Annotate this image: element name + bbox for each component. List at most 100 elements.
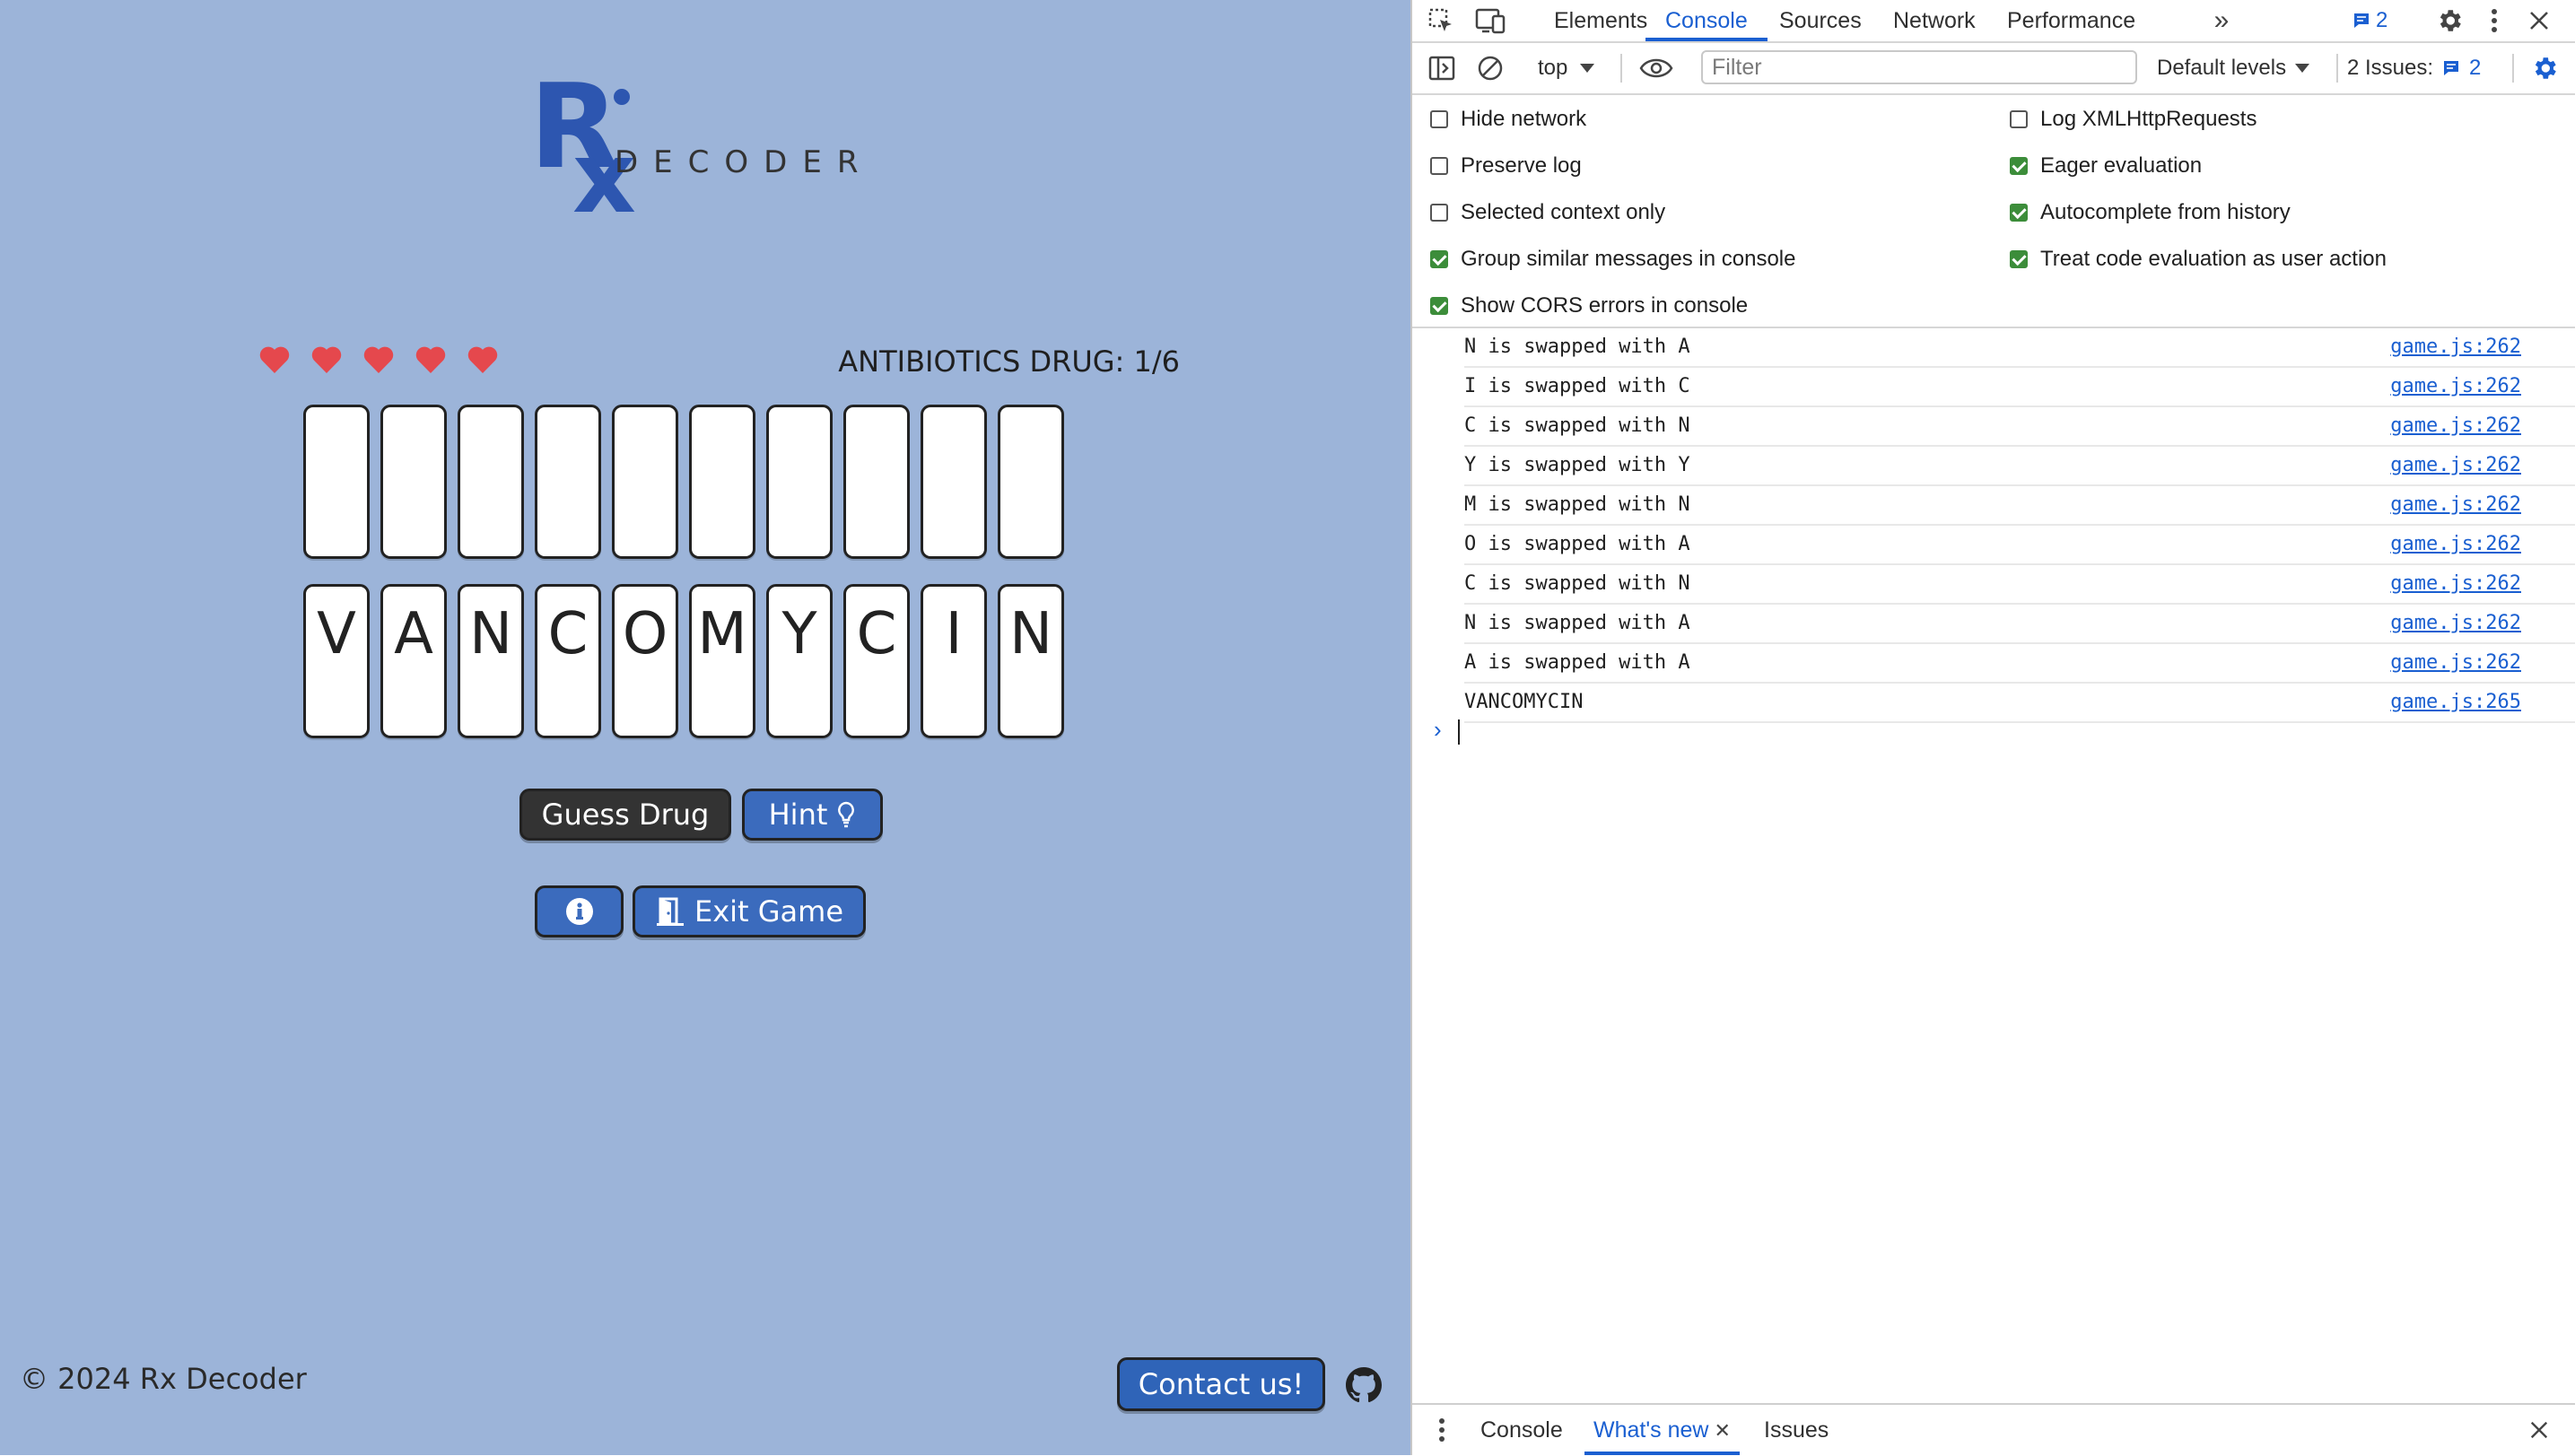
setting-option[interactable]: Show CORS errors in console <box>1430 293 1748 318</box>
answer-tile[interactable] <box>535 405 601 559</box>
setting-option[interactable]: Autocomplete from history <box>2010 200 2291 225</box>
answer-tile[interactable] <box>380 405 447 559</box>
drawer-tab[interactable]: What's new ✕ <box>1584 1405 1740 1455</box>
lives-hearts <box>258 344 499 376</box>
tab-sources[interactable]: Sources <box>1779 0 1862 41</box>
letter-tile[interactable]: A <box>380 584 447 738</box>
close-drawer-icon[interactable] <box>2525 1416 2553 1444</box>
source-link[interactable]: game.js:262 <box>2390 612 2521 634</box>
letter-tile[interactable]: Y <box>766 584 833 738</box>
setting-option[interactable]: Treat code evaluation as user action <box>2010 247 2387 272</box>
setting-option[interactable]: Preserve log <box>1430 153 1582 179</box>
log-levels-dropdown[interactable]: Default levels <box>2157 52 2310 84</box>
answer-tile[interactable] <box>458 405 524 559</box>
source-link[interactable]: game.js:262 <box>2390 572 2521 595</box>
messages-count: 2 <box>2376 8 2388 32</box>
letter-tile[interactable]: M <box>689 584 755 738</box>
context-selector[interactable]: top <box>1538 52 1595 84</box>
console-message: N is swapped with A game.js:262 <box>1464 605 2575 644</box>
source-link[interactable]: game.js:262 <box>2390 493 2521 516</box>
letter-tile[interactable]: C <box>535 584 601 738</box>
checkbox[interactable] <box>2010 204 2028 222</box>
letter-tile[interactable]: N <box>998 584 1064 738</box>
setting-label: Treat code evaluation as user action <box>2040 247 2387 271</box>
console-filter-input[interactable] <box>1701 50 2137 84</box>
console-message: C is swapped with N game.js:262 <box>1464 407 2575 447</box>
checkbox[interactable] <box>1430 157 1448 175</box>
more-options-icon[interactable] <box>2485 6 2503 35</box>
tab-network[interactable]: Network <box>1893 0 1976 41</box>
github-icon[interactable] <box>1346 1367 1382 1403</box>
source-link[interactable]: game.js:262 <box>2390 414 2521 437</box>
checkbox[interactable] <box>2010 250 2028 268</box>
letter-tile[interactable]: V <box>303 584 370 738</box>
devtools-tabbar: Elements Console Sources Network Performance… <box>1412 0 2575 43</box>
source-link[interactable]: game.js:262 <box>2390 375 2521 397</box>
answer-tile[interactable] <box>689 405 755 559</box>
sidebar-toggle-icon[interactable] <box>1427 52 1457 84</box>
info-button[interactable] <box>535 885 624 937</box>
console-message: A is swapped with A game.js:262 <box>1464 644 2575 684</box>
drawer-tab[interactable]: Console <box>1480 1405 1563 1455</box>
exit-game-button[interactable]: Exit Game <box>633 885 866 937</box>
contact-us-button[interactable]: Contact us! <box>1117 1357 1325 1411</box>
setting-option[interactable]: Eager evaluation <box>2010 153 2202 179</box>
hint-button[interactable]: Hint <box>742 789 883 841</box>
close-devtools-icon[interactable] <box>2525 6 2553 35</box>
checkbox[interactable] <box>1430 110 1448 128</box>
setting-label: Autocomplete from history <box>2040 200 2291 224</box>
letter-tile[interactable]: N <box>458 584 524 738</box>
answer-tile[interactable] <box>843 405 910 559</box>
issues-counter[interactable]: 2 Issues: 2 <box>2347 52 2481 84</box>
device-toolbar-icon[interactable] <box>1475 6 1506 35</box>
door-exit-icon <box>656 897 684 926</box>
source-link[interactable]: game.js:265 <box>2390 691 2521 713</box>
source-link[interactable]: game.js:262 <box>2390 336 2521 358</box>
source-link[interactable]: game.js:262 <box>2390 454 2521 476</box>
answer-tile[interactable] <box>998 405 1064 559</box>
checkbox[interactable] <box>2010 110 2028 128</box>
setting-option[interactable]: Hide network <box>1430 107 1586 132</box>
console-input-caret[interactable] <box>1458 719 1460 745</box>
message-icon <box>2444 61 2459 75</box>
clear-console-icon[interactable] <box>1475 52 1506 84</box>
setting-label: Selected context only <box>1461 200 1666 224</box>
tab-console[interactable]: Console <box>1645 0 1768 41</box>
setting-option[interactable]: Selected context only <box>1430 200 1665 225</box>
messages-badge[interactable]: 2 <box>2352 6 2387 35</box>
checkbox[interactable] <box>1430 250 1448 268</box>
settings-gear-icon[interactable] <box>2433 4 2466 37</box>
tab-performance[interactable]: Performance <box>2007 0 2135 41</box>
answer-tile[interactable] <box>921 405 987 559</box>
console-settings-gear-icon[interactable] <box>2528 52 2561 84</box>
logo-decoder-text: DECODER <box>615 144 873 180</box>
setting-option[interactable]: Log XMLHttpRequests <box>2010 107 2256 132</box>
source-link[interactable]: game.js:262 <box>2390 533 2521 555</box>
checkbox[interactable] <box>1430 204 1448 222</box>
tab-elements[interactable]: Elements <box>1554 0 1647 41</box>
more-tabs-icon[interactable]: » <box>2208 5 2235 35</box>
checkbox[interactable] <box>1430 297 1448 315</box>
drawer-tab-label: Console <box>1480 1417 1563 1443</box>
heart-icon <box>415 346 446 373</box>
lightbulb-icon <box>838 801 855 828</box>
setting-option[interactable]: Group similar messages in console <box>1430 247 1796 272</box>
drawer-tab[interactable]: Issues <box>1764 1405 1829 1455</box>
answer-tile[interactable] <box>612 405 678 559</box>
answer-tile[interactable] <box>303 405 370 559</box>
console-message: C is swapped with N game.js:262 <box>1464 565 2575 605</box>
answer-tile[interactable] <box>766 405 833 559</box>
close-tab-icon[interactable]: ✕ <box>1708 1419 1731 1442</box>
letter-tile[interactable]: C <box>843 584 910 738</box>
live-expression-eye-icon[interactable] <box>1637 52 1676 84</box>
letter-tile[interactable]: O <box>612 584 678 738</box>
inspect-element-icon[interactable] <box>1427 6 1455 35</box>
guess-drug-button[interactable]: Guess Drug <box>519 789 731 841</box>
source-link[interactable]: game.js:262 <box>2390 651 2521 674</box>
log-levels-label: Default levels <box>2157 56 2287 80</box>
drawer-tab-label: Issues <box>1764 1417 1829 1443</box>
drawer-menu-icon[interactable] <box>1436 1416 1448 1444</box>
checkbox[interactable] <box>2010 157 2028 175</box>
hint-label: Hint <box>768 798 828 832</box>
letter-tile[interactable]: I <box>921 584 987 738</box>
